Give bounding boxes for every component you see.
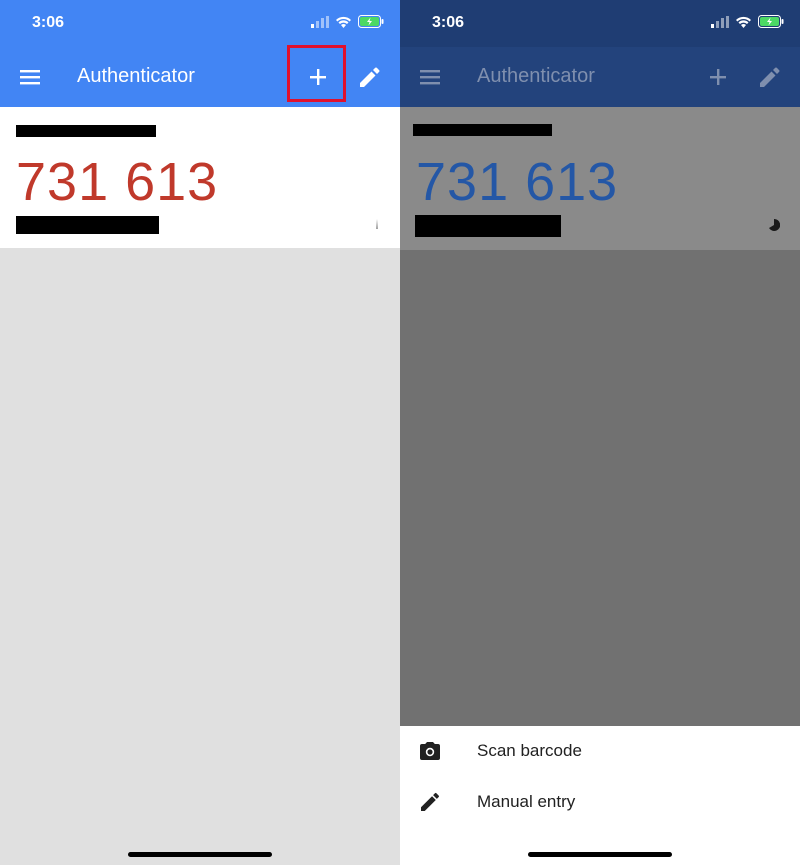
wifi-icon <box>336 16 351 28</box>
app-bar: Authenticator <box>400 47 800 107</box>
redacted-issuer <box>16 125 156 137</box>
battery-charging-icon <box>758 15 784 28</box>
menu-button[interactable] <box>410 57 450 97</box>
scan-barcode-label: Scan barcode <box>477 741 582 760</box>
status-time: 3:06 <box>32 14 65 31</box>
status-bar: 3:06 <box>0 0 400 47</box>
countdown-timer-icon <box>769 219 780 231</box>
status-icons <box>711 15 784 28</box>
status-bar: 3:06 <box>400 0 800 47</box>
account-entry[interactable]: 731 613 <box>0 107 400 248</box>
menu-button[interactable] <box>10 57 50 97</box>
status-icons <box>311 15 384 28</box>
manual-entry-label: Manual entry <box>477 792 576 811</box>
redacted-issuer <box>413 124 552 136</box>
plus-icon <box>710 69 726 85</box>
authenticator-screen-right: 3:06 Authenticator 731 613 Scan barcode … <box>400 0 800 865</box>
pencil-icon <box>421 792 440 811</box>
add-button-highlight <box>287 45 346 102</box>
camera-icon <box>420 742 440 760</box>
pencil-icon <box>360 67 380 87</box>
status-time: 3:06 <box>432 14 465 31</box>
otp-code: 731 613 <box>416 152 619 212</box>
redacted-account-name <box>415 215 561 237</box>
manual-entry-option[interactable]: Manual entry <box>400 778 800 826</box>
redacted-account-name <box>16 216 159 234</box>
menu-icon <box>20 70 40 85</box>
pencil-icon <box>760 67 780 87</box>
scan-barcode-option[interactable]: Scan barcode <box>400 727 800 775</box>
battery-charging-icon <box>358 15 384 28</box>
app-title: Authenticator <box>77 65 195 87</box>
edit-button[interactable] <box>750 57 790 97</box>
countdown-timer-icon <box>376 219 378 229</box>
otp-code: 731 613 <box>16 152 219 212</box>
home-indicator <box>528 852 672 857</box>
cellular-signal-icon <box>311 15 329 28</box>
account-entry[interactable]: 731 613 <box>400 107 800 250</box>
menu-icon <box>420 70 440 85</box>
app-title: Authenticator <box>477 65 595 87</box>
edit-button[interactable] <box>350 57 390 97</box>
wifi-icon <box>736 16 751 28</box>
authenticator-screen-left: 3:06 Authenticator 731 613 <box>0 0 400 865</box>
cellular-signal-icon <box>711 15 729 28</box>
add-account-sheet: Scan barcode Manual entry <box>400 726 800 865</box>
add-account-button[interactable] <box>698 57 738 97</box>
home-indicator <box>128 852 272 857</box>
